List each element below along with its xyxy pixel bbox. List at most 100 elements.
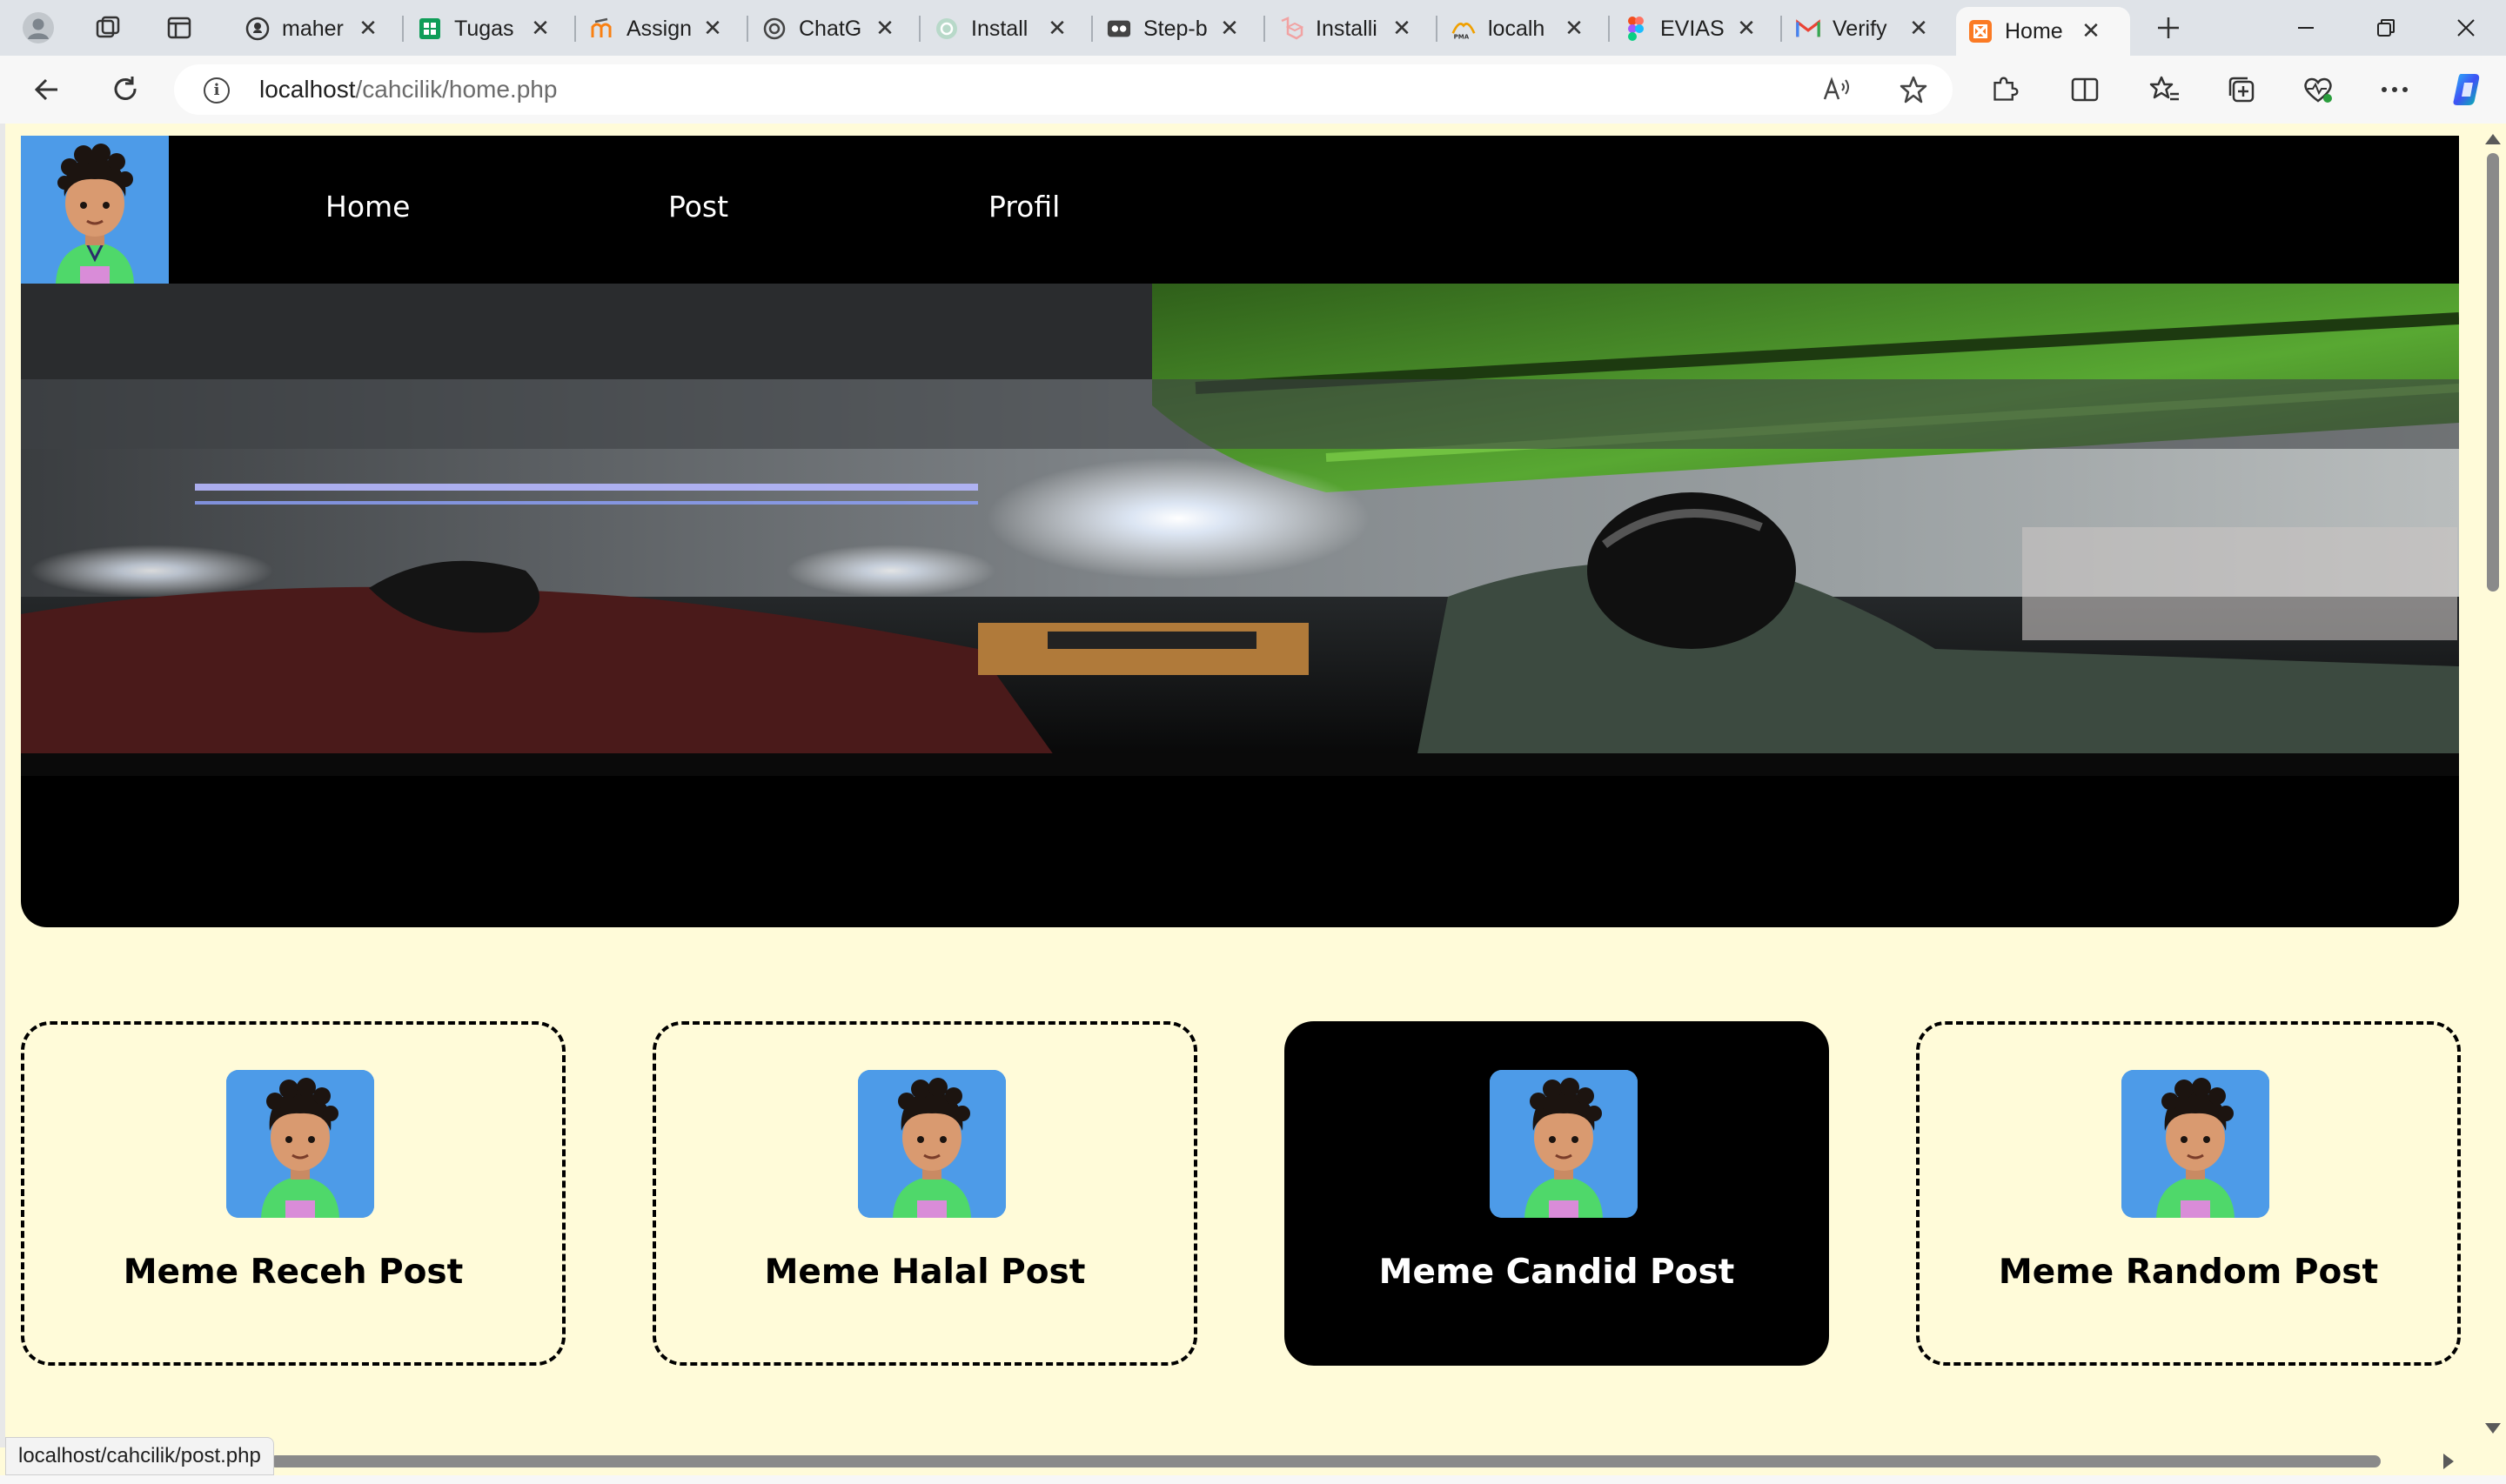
laravel-icon [1279,17,1303,41]
favorites-button[interactable] [2146,70,2184,109]
avatar-illustration [21,136,169,284]
browser-essentials-button[interactable] [2299,70,2337,109]
gmail-icon [1796,17,1820,41]
xampp-icon [1968,19,1993,43]
link-status-bubble: localhost/cahcilik/post.php [5,1437,274,1475]
moodle-icon [590,17,614,41]
tab-moodle[interactable]: Assign ✕ [578,7,743,50]
new-tab-button[interactable] [2151,10,2186,45]
tab-separator [1091,16,1093,42]
tab-title: Installi [1316,16,1377,41]
vertical-scroll-thumb[interactable] [2487,153,2499,592]
category-card-halal[interactable]: Meme Halal Post [653,1021,1197,1366]
vertical-tabs-button[interactable] [162,10,197,45]
close-icon[interactable]: ✕ [1044,16,1070,42]
copilot-icon [2453,74,2480,105]
category-card-random[interactable]: Meme Random Post [1916,1021,2461,1366]
close-icon[interactable]: ✕ [1906,16,1932,42]
tab-separator [1608,16,1610,42]
close-icon[interactable]: ✕ [355,16,381,42]
close-icon[interactable]: ✕ [700,16,726,42]
extensions-button[interactable] [1986,70,2024,109]
close-icon[interactable]: ✕ [1733,16,1759,42]
url-text[interactable]: localhost/cahcilik/home.php [259,76,557,104]
close-icon[interactable]: ✕ [2078,18,2104,44]
star-icon [1900,76,1927,104]
hero-photo-image [21,284,2459,776]
close-icon[interactable]: ✕ [1561,16,1587,42]
vertical-scrollbar[interactable] [2478,124,2506,1437]
read-aloud-button[interactable] [1822,75,1852,108]
close-icon[interactable]: ✕ [872,16,898,42]
hero-banner [21,284,2459,927]
tab-gmail[interactable]: Verify ✕ [1784,7,1949,50]
tab-chatgpt[interactable]: ChatG ✕ [750,7,915,50]
workspaces-icon [96,16,120,38]
figma-icon [1624,17,1648,41]
info-icon[interactable]: i [204,77,230,104]
horizontal-scrollbar[interactable] [0,1447,2478,1475]
back-button[interactable] [28,70,66,109]
avatar-illustration [858,1070,1006,1218]
address-bar[interactable]: i localhost/cahcilik/home.php [174,64,1953,115]
tab-phpmyadmin[interactable]: PMA localh ✕ [1439,7,1605,50]
avatar-illustration [2121,1070,2269,1218]
nav-link-post[interactable]: Post [668,190,728,224]
horizontal-scroll-thumb[interactable] [270,1455,2381,1467]
tab-separator [747,16,748,42]
close-window-button[interactable] [2440,9,2492,47]
card-title: Meme Receh Post [123,1253,464,1292]
scroll-down-arrow[interactable] [2485,1423,2501,1434]
tab-github[interactable]: maher ✕ [233,7,399,50]
split-screen-icon [2071,77,2099,102]
profile-button[interactable] [21,10,56,45]
close-icon[interactable]: ✕ [527,16,553,42]
card-avatar [2121,1070,2269,1218]
tab-title: Tugas [454,16,514,41]
minimize-button[interactable] [2280,9,2332,47]
close-icon[interactable]: ✕ [1389,16,1415,42]
window-bottom-edge [0,1475,2506,1484]
tab-sheets[interactable]: Tugas ✕ [405,7,571,50]
nav-link-home[interactable]: Home [325,190,410,224]
scroll-up-arrow[interactable] [2485,134,2501,144]
site-navbar: Home Post Profil [21,136,2459,284]
restore-button[interactable] [2360,9,2412,47]
split-screen-button[interactable] [2066,70,2104,109]
nav-link-profil[interactable]: Profil [988,190,1060,224]
tab-strip: maher ✕ Tugas ✕ Assign ✕ ChatG ✕ Install… [0,0,2506,56]
workspaces-button[interactable] [90,10,125,45]
tab-install[interactable]: Install ✕ [922,7,1088,50]
tab-figma[interactable]: EVIASI ✕ [1611,7,1777,50]
tab-laravel[interactable]: Installi ✕ [1267,7,1432,50]
svg-text:PMA: PMA [1454,33,1470,40]
phpmyadmin-icon: PMA [1451,17,1476,41]
tab-title: Step-b [1143,16,1208,41]
category-card-receh[interactable]: Meme Receh Post [21,1021,566,1366]
close-icon[interactable]: ✕ [1216,16,1243,42]
tab-home-active[interactable]: Home ✕ [1956,7,2130,56]
favorite-star-button[interactable] [1899,75,1928,108]
tab-title: ChatG [799,16,862,41]
tab-step-by-step[interactable]: Step-b ✕ [1095,7,1260,50]
reload-button[interactable] [106,70,144,109]
collections-button[interactable] [2222,70,2261,109]
copilot-button[interactable] [2449,70,2487,109]
collections-icon [2228,77,2255,103]
tab-title: Assign [626,16,691,41]
page-viewport[interactable]: Home Post Profil Meme Receh Post Meme Ha… [0,124,2506,1484]
puzzle-icon [1993,77,2019,101]
avatar-illustration [1490,1070,1638,1218]
plus-icon [2158,17,2179,38]
hero-photo [21,284,2459,776]
arrow-left-icon [34,78,57,101]
scroll-right-arrow[interactable] [2443,1454,2454,1469]
card-title: Meme Halal Post [764,1253,1086,1292]
tab-separator [1780,16,1782,42]
tab-separator [1263,16,1265,42]
category-card-candid[interactable]: Meme Candid Post [1284,1021,1829,1366]
more-menu-button[interactable] [2375,70,2414,109]
avatar-illustration [226,1070,374,1218]
site-logo-avatar[interactable] [21,136,169,284]
more-horizontal-icon [2382,87,2408,92]
